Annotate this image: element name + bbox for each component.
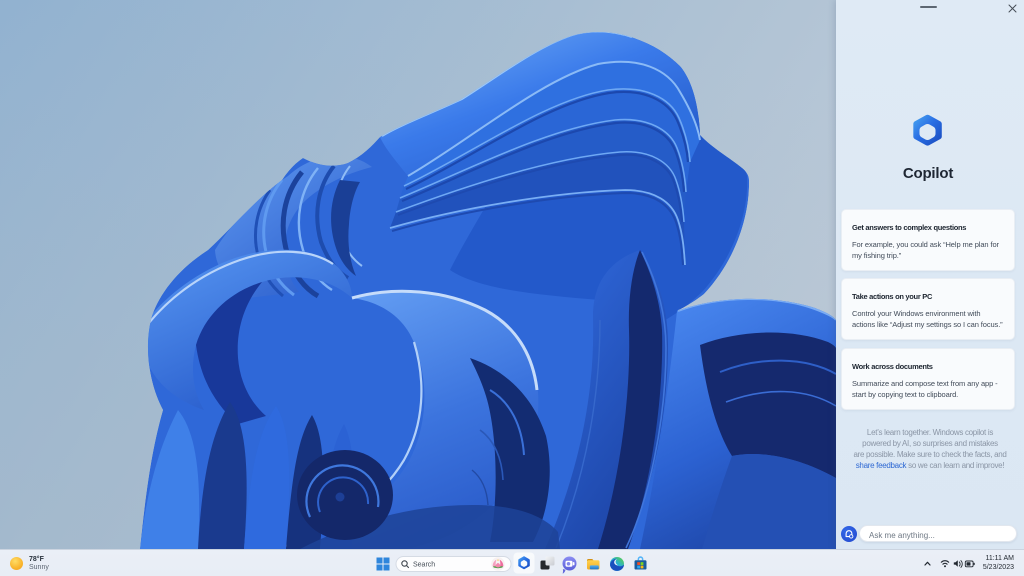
svg-text:Search: Search (413, 561, 435, 568)
